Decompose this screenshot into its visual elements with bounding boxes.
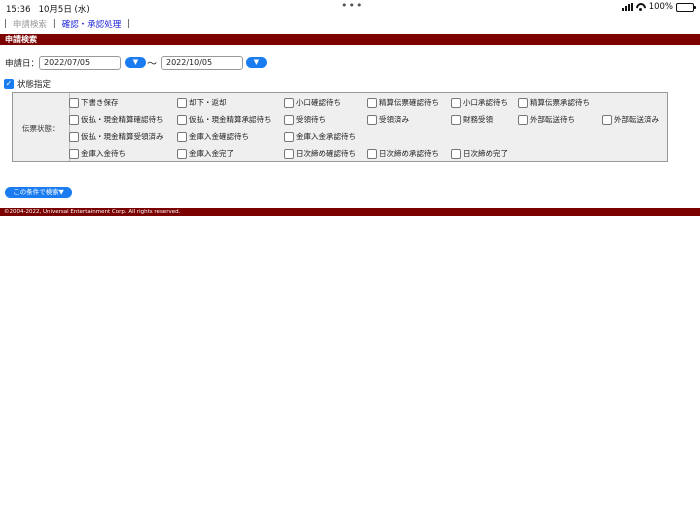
status-option-label: 小口承認待ち — [463, 98, 508, 107]
status-option-checkbox[interactable] — [177, 131, 187, 142]
status-options-panel: 伝票状態： 下書き保存 却下・返却 小口確認待ち 精算伝票確認待ち 小口承認待ち 精算伝票… — [12, 92, 668, 162]
status-option-checkbox[interactable] — [177, 97, 187, 108]
status-option-label: 受領済み — [379, 115, 409, 124]
status-option[interactable]: 財務受領 — [451, 114, 493, 125]
status-option[interactable]: 外部転送済み — [602, 114, 659, 125]
status-option-checkbox[interactable] — [284, 148, 294, 159]
tab-separator: | — [52, 19, 56, 29]
status-option[interactable]: 下書き保存 — [69, 97, 119, 108]
status-option[interactable]: 日次締め承認待ち — [367, 148, 439, 159]
tab-separator: | — [4, 19, 7, 29]
status-option-label: 仮払・現金精算確認待ち — [81, 115, 164, 124]
status-option-label: 金庫入金確認待ち — [189, 132, 249, 141]
status-option-checkbox[interactable] — [177, 148, 187, 159]
status-option-label: 日次締め承認待ち — [379, 149, 439, 158]
multitask-dots[interactable]: ••• — [341, 0, 363, 12]
status-option[interactable]: 金庫入金承認待ち — [284, 131, 356, 142]
status-option-checkbox[interactable] — [284, 131, 294, 142]
status-option-checkbox[interactable] — [177, 114, 187, 125]
footer: ©2004-2022, Universal Entertainment Corp… — [0, 208, 700, 216]
date-to-field[interactable]: 2022/10/05 — [161, 56, 243, 70]
status-option-label: 精算伝票確認待ち — [379, 98, 439, 107]
status-option[interactable]: 受領済み — [367, 114, 409, 125]
status-option[interactable]: 金庫入金確認待ち — [177, 131, 249, 142]
status-option-label: 日次締め完了 — [463, 149, 508, 158]
status-option-checkbox[interactable] — [518, 97, 528, 108]
search-button[interactable]: この条件で検索▼ — [5, 187, 72, 198]
status-option-checkbox[interactable] — [518, 114, 528, 125]
date-range-tilde: 〜 — [147, 59, 157, 70]
status-option-checkbox[interactable] — [367, 97, 377, 108]
status-option[interactable]: 仮払・現金精算承認待ち — [177, 114, 272, 125]
tab-nav: | 申請検索 | 確認・承認処理 | — [4, 18, 130, 30]
status-option[interactable]: 仮払・現金精算確認待ち — [69, 114, 164, 125]
status-option-label: 受領待ち — [296, 115, 326, 124]
status-filter-toggle[interactable]: ✓ 状態指定 — [4, 78, 51, 90]
status-option-checkbox[interactable] — [451, 97, 461, 108]
status-option-checkbox[interactable] — [602, 114, 612, 125]
status-option[interactable]: 金庫入金完了 — [177, 148, 234, 159]
status-option[interactable]: 小口確認待ち — [284, 97, 341, 108]
date-label: 申請日： — [5, 58, 40, 69]
date-from-dropdown-button[interactable]: ▼ — [125, 57, 146, 68]
date-to-dropdown-button[interactable]: ▼ — [246, 57, 267, 68]
status-option-label: 精算伝票承認待ち — [530, 98, 590, 107]
status-option[interactable]: 精算伝票承認待ち — [518, 97, 590, 108]
status-option[interactable]: 日次締め完了 — [451, 148, 508, 159]
status-option[interactable]: 仮払・現金精算受領済み — [69, 131, 164, 142]
status-option-checkbox[interactable] — [451, 148, 461, 159]
status-option-checkbox[interactable] — [69, 114, 79, 125]
status-option-checkbox[interactable] — [367, 148, 377, 159]
status-option-label: 却下・返却 — [189, 98, 227, 107]
tab-application-search[interactable]: 申請検索 — [13, 18, 47, 30]
status-option[interactable]: 金庫入金待ち — [69, 148, 126, 159]
status-option-checkbox[interactable] — [69, 131, 79, 142]
date-from-field[interactable]: 2022/07/05 — [39, 56, 121, 70]
status-filter-checkbox[interactable]: ✓ — [4, 79, 14, 89]
status-option-checkbox[interactable] — [69, 148, 79, 159]
status-option-label: 小口確認待ち — [296, 98, 341, 107]
clock: 15:36 10月5日 (水) — [6, 5, 90, 15]
status-filter-label: 状態指定 — [17, 80, 52, 90]
section-title-bar: 申請検索 — [0, 34, 700, 45]
battery-icon — [676, 2, 696, 12]
status-option-label: 外部転送済み — [614, 115, 659, 124]
battery-percent: 100% — [648, 2, 673, 12]
date-filter-row: 申請日： 2022/07/05 ▼ 〜 2022/10/05 ▼ — [5, 55, 267, 70]
status-option[interactable]: 精算伝票確認待ち — [367, 97, 439, 108]
status-option[interactable]: 外部転送待ち — [518, 114, 575, 125]
panel-label: 伝票状態： — [22, 124, 60, 133]
status-option-label: 財務受領 — [463, 115, 493, 124]
status-option-label: 仮払・現金精算受領済み — [81, 132, 164, 141]
status-option-label: 日次締め確認待ち — [296, 149, 356, 158]
status-option-label: 金庫入金完了 — [189, 149, 234, 158]
status-option-label: 金庫入金待ち — [81, 149, 126, 158]
status-option-checkbox[interactable] — [451, 114, 461, 125]
status-option-checkbox[interactable] — [367, 114, 377, 125]
status-option[interactable]: 受領待ち — [284, 114, 326, 125]
status-option[interactable]: 小口承認待ち — [451, 97, 508, 108]
status-option-checkbox[interactable] — [284, 97, 294, 108]
status-option-checkbox[interactable] — [69, 97, 79, 108]
status-option-label: 下書き保存 — [81, 98, 119, 107]
status-option-label: 金庫入金承認待ち — [296, 132, 356, 141]
status-option-label: 仮払・現金精算承認待ち — [189, 115, 272, 124]
status-option-checkbox[interactable] — [284, 114, 294, 125]
tab-confirm-approve[interactable]: 確認・承認処理 — [62, 18, 122, 30]
cellular-signal-icon — [621, 3, 633, 11]
status-option[interactable]: 却下・返却 — [177, 97, 227, 108]
status-option[interactable]: 日次締め確認待ち — [284, 148, 356, 159]
wifi-icon — [636, 3, 646, 11]
status-option-label: 外部転送待ち — [530, 115, 575, 124]
tab-separator: | — [127, 19, 131, 29]
status-bar: 15:36 10月5日 (水) ••• 100% — [0, 0, 700, 16]
